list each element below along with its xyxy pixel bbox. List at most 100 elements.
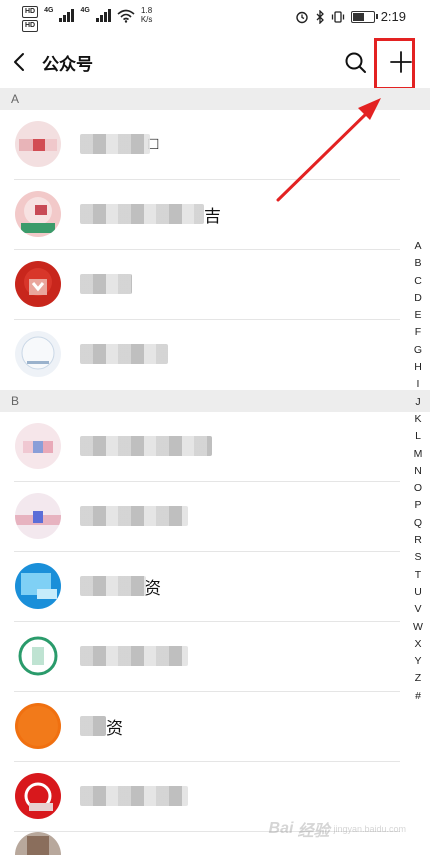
account-row-9[interactable]: 资 xyxy=(0,692,400,762)
account-avatar xyxy=(15,563,61,609)
index-letter-i[interactable]: I xyxy=(417,376,420,393)
account-row-8[interactable] xyxy=(0,622,400,692)
watermark-brand-2: 经验 xyxy=(297,823,330,840)
avatar-image xyxy=(15,773,61,819)
hd-indicators: HD HD xyxy=(22,6,39,32)
account-name: □ xyxy=(80,130,158,158)
index-letter-a[interactable]: A xyxy=(414,238,421,255)
index-letter-hash[interactable]: # xyxy=(415,688,421,705)
account-name-suffix: 吉 xyxy=(204,206,221,226)
hd-badge-1: HD xyxy=(22,6,39,18)
account-name: 资 xyxy=(80,572,161,600)
account-avatar xyxy=(15,832,61,855)
battery-fill xyxy=(352,12,364,21)
account-name xyxy=(80,340,168,368)
index-letter-l[interactable]: L xyxy=(415,428,421,445)
blurred-name xyxy=(80,506,188,526)
account-row-1[interactable]: □ xyxy=(0,110,400,180)
status-time: 2:19 xyxy=(380,9,406,24)
blurred-name xyxy=(80,646,188,666)
index-letter-z[interactable]: Z xyxy=(415,670,421,687)
index-letter-k[interactable]: K xyxy=(414,411,421,428)
index-letter-e[interactable]: E xyxy=(414,307,421,324)
index-letter-w[interactable]: W xyxy=(413,619,423,636)
signal-strength-icon xyxy=(59,8,75,22)
account-avatar xyxy=(15,633,61,679)
network-type-1: 4G xyxy=(44,7,54,14)
account-name-suffix: 资 xyxy=(106,718,123,738)
blurred-name xyxy=(80,436,212,456)
account-name xyxy=(80,432,212,460)
battery-icon xyxy=(350,10,378,23)
avatar-image xyxy=(15,191,61,237)
avatar-image xyxy=(15,423,61,469)
index-letter-s[interactable]: S xyxy=(414,549,421,566)
account-avatar xyxy=(15,493,61,539)
blurred-name xyxy=(80,786,188,806)
alphabet-index-bar[interactable]: A B C D E F G H I J K L M N O P Q R S T U V W X Y Z # xyxy=(410,238,426,705)
index-letter-g[interactable]: G xyxy=(414,342,422,359)
account-row-3[interactable] xyxy=(0,250,400,320)
account-row-6[interactable] xyxy=(0,482,400,552)
index-letter-b[interactable]: B xyxy=(414,255,421,272)
index-letter-o[interactable]: O xyxy=(414,480,422,497)
account-avatar xyxy=(15,773,61,819)
wifi-icon xyxy=(117,9,135,23)
account-row-5[interactable] xyxy=(0,412,400,482)
account-name xyxy=(80,782,188,810)
account-name: 资 xyxy=(80,712,123,740)
avatar-image xyxy=(15,832,61,855)
status-bar-left: HD HD 4G 4G 1.8 K/s xyxy=(22,6,152,32)
network-type-2: 4G xyxy=(80,7,90,14)
avatar-image xyxy=(15,563,61,609)
index-letter-d[interactable]: D xyxy=(414,290,422,307)
header-bar: 公众号 xyxy=(0,36,430,88)
account-row-7[interactable]: 资 xyxy=(0,552,400,622)
index-letter-r[interactable]: R xyxy=(414,532,422,549)
account-name: 吉 xyxy=(80,200,221,228)
index-letter-p[interactable]: P xyxy=(414,497,421,514)
alarm-icon xyxy=(295,11,308,23)
index-letter-u[interactable]: U xyxy=(414,584,422,601)
account-avatar xyxy=(15,703,61,749)
index-letter-n[interactable]: N xyxy=(414,463,422,480)
watermark-brand: Bai xyxy=(268,820,294,837)
add-plus-icon[interactable] xyxy=(386,47,416,77)
section-letter-b: B xyxy=(11,394,20,408)
index-letter-y[interactable]: Y xyxy=(414,653,421,670)
index-letter-v[interactable]: V xyxy=(414,601,421,618)
index-letter-f[interactable]: F xyxy=(415,324,421,341)
network-speed-unit: K/s xyxy=(140,15,153,24)
section-header-b: B xyxy=(0,390,430,412)
section-header-a: A xyxy=(0,88,430,110)
hd-badge-2: HD xyxy=(22,20,39,32)
account-avatar xyxy=(15,191,61,237)
index-letter-m[interactable]: M xyxy=(414,446,423,463)
avatar-image xyxy=(15,121,61,167)
account-avatar xyxy=(15,121,61,167)
vibrate-icon xyxy=(331,10,344,23)
account-row-2[interactable]: 吉 xyxy=(0,180,400,250)
avatar-image xyxy=(15,703,61,749)
index-letter-c[interactable]: C xyxy=(414,273,422,290)
index-letter-h[interactable]: H xyxy=(414,359,422,376)
blurred-name xyxy=(80,716,106,736)
network-speed: 1.8 K/s xyxy=(141,6,153,24)
status-bar: HD HD 4G 4G 1.8 K/s 2:19 xyxy=(0,0,430,36)
index-letter-q[interactable]: Q xyxy=(414,515,422,532)
blurred-name xyxy=(80,576,146,596)
avatar-image xyxy=(15,493,61,539)
account-avatar xyxy=(15,261,61,307)
account-row-4[interactable] xyxy=(0,320,400,390)
section-letter-a: A xyxy=(11,92,20,106)
blurred-name xyxy=(80,274,132,294)
back-arrow-icon[interactable] xyxy=(8,48,32,76)
search-icon[interactable] xyxy=(342,49,370,77)
account-name xyxy=(80,270,132,298)
bluetooth-icon xyxy=(316,9,324,24)
index-letter-j[interactable]: J xyxy=(415,394,420,411)
index-letter-t[interactable]: T xyxy=(415,567,421,584)
index-letter-x[interactable]: X xyxy=(414,636,421,653)
avatar-image xyxy=(15,633,61,679)
blurred-name xyxy=(80,134,150,154)
